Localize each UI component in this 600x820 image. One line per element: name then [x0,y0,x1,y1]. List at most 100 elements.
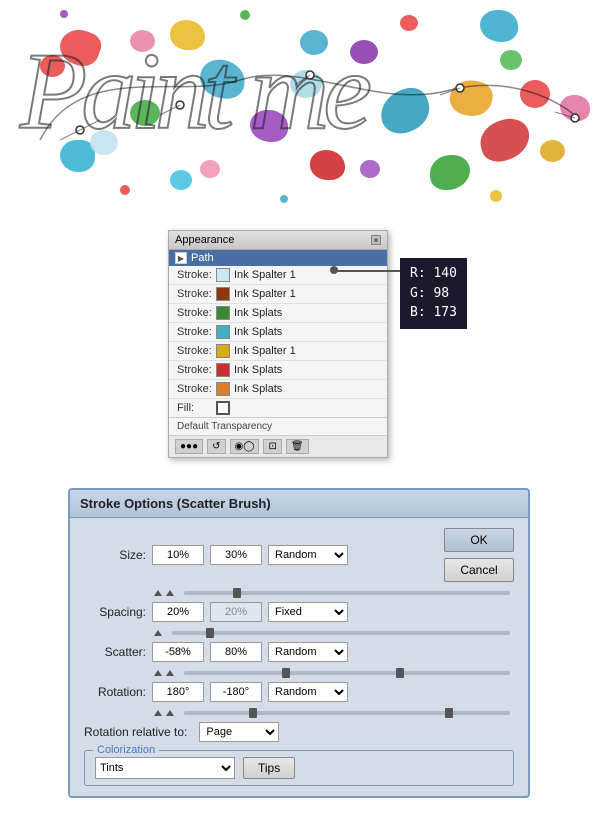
appearance-close-button[interactable]: × [371,235,381,245]
size-label: Size: [84,548,146,562]
stroke-text-1: Ink Spalter 1 [234,288,296,300]
toolbar-btn-0[interactable]: ●●● [175,439,203,454]
toolbar-btn-3[interactable]: ⊡ [263,439,281,454]
rotation-slider-thumb2[interactable] [445,708,453,718]
stroke-label-6: Stroke: [177,383,212,395]
rotation-row: Rotation: Random Fixed Pressure [84,682,514,702]
size-slider-up-arrow2 [166,590,174,596]
panel-titlebar: Appearance × [169,231,387,250]
size-input-1[interactable] [152,545,204,565]
rotation-input-2[interactable] [210,682,262,702]
scatter-row: Scatter: Random Fixed Pressure [84,642,514,662]
size-slider-track[interactable] [184,591,510,595]
stroke-row-3[interactable]: Stroke: Ink Splats [169,323,387,342]
spacing-slider-thumb[interactable] [206,628,214,638]
rgb-tooltip: R: 140 G: 98 B: 173 [400,258,467,329]
cancel-button[interactable]: Cancel [444,558,514,582]
stroke-row-1[interactable]: Stroke: Ink Spalter 1 [169,285,387,304]
rotation-relative-label: Rotation relative to: [84,725,187,739]
fill-label: Fill: [177,402,212,414]
rotation-slider-thumb[interactable] [249,708,257,718]
swatch-4 [216,344,230,358]
r-value: 140 [433,266,456,281]
rotation-label: Rotation: [84,685,146,699]
stroke-text-3: Ink Splats [234,326,282,338]
rotation-slider-up-arrow2 [166,710,174,716]
rotation-slider-row [84,710,514,716]
panel-path-row: ▶ Path [169,250,387,266]
stroke-label-5: Stroke: [177,364,212,376]
appearance-panel: Appearance × ▶ Path Stroke: Ink Spalter … [168,230,388,458]
default-transparency: Default Transparency [169,417,387,435]
colorization-group: Colorization Tints Tints and Shades Hue … [84,750,514,786]
spacing-slider-track[interactable] [172,631,510,635]
stroke-row-6[interactable]: Stroke: Ink Splats [169,380,387,399]
size-slider-up-arrow [154,590,162,596]
stroke-text-0: Ink Spalter 1 [234,269,296,281]
toolbar-btn-4[interactable]: 🗑 [286,439,309,454]
spacing-input-2[interactable] [210,602,262,622]
scatter-slider-track[interactable] [184,671,510,675]
scatter-slider-thumb2[interactable] [396,668,404,678]
scatter-input-2[interactable] [210,642,262,662]
g-value: 98 [433,286,449,301]
toolbar-btn-2[interactable]: ◉◯ [230,439,260,454]
swatch-3 [216,325,230,339]
colorization-row: Tints Tints and Shades Hue Shift None Ti… [95,757,503,779]
scatter-slider-up-arrow2 [166,670,174,676]
rotation-relative-row: Rotation relative to: Page Path [84,722,514,742]
path-label: Path [191,252,214,264]
rotation-slider-track[interactable] [184,711,510,715]
scatter-slider-row [84,670,514,676]
size-input-2[interactable] [210,545,262,565]
rgb-r-row: R: 140 [410,264,457,284]
scatter-slider-up-arrow [154,670,162,676]
b-label: B: [410,305,426,320]
stroke-text-6: Ink Splats [234,383,282,395]
stroke-row-5[interactable]: Stroke: Ink Splats [169,361,387,380]
scatter-dropdown[interactable]: Random Fixed Pressure [268,642,348,662]
so-body: Size: Random Fixed Pressure OK Cancel [70,518,528,796]
size-slider-thumb[interactable] [233,588,241,598]
stroke-label-4: Stroke: [177,345,212,357]
swatch-2 [216,306,230,320]
toolbar-btn-1[interactable]: ↺ [207,439,225,454]
tips-button[interactable]: Tips [243,757,295,779]
stroke-row-0[interactable]: Stroke: Ink Spalter 1 [169,266,387,285]
scatter-slider-thumb[interactable] [282,668,290,678]
connector-dot [330,266,338,274]
size-row: Size: Random Fixed Pressure OK Cancel [84,528,514,582]
rotation-dropdown[interactable]: Random Fixed Pressure [268,682,348,702]
rotation-relative-dropdown[interactable]: Page Path [199,722,279,742]
g-label: G: [410,286,426,301]
spacing-label: Spacing: [84,605,146,619]
spacing-row: Spacing: Fixed Random Pressure [84,602,514,622]
spacing-dropdown[interactable]: Fixed Random Pressure [268,602,348,622]
swatch-6 [216,382,230,396]
stroke-label-3: Stroke: [177,326,212,338]
paint-text: Paint me [20,28,366,155]
rotation-input-1[interactable] [152,682,204,702]
swatch-0 [216,268,230,282]
panel-toolbar-row: ●●● ↺ ◉◯ ⊡ 🗑 [169,435,387,457]
r-label: R: [410,266,426,281]
swatch-1 [216,287,230,301]
stroke-text-4: Ink Spalter 1 [234,345,296,357]
fill-icon [216,401,230,415]
fill-row[interactable]: Fill: [169,399,387,417]
ok-cancel-group: OK Cancel [444,528,514,582]
scatter-input-1[interactable] [152,642,204,662]
spacing-slider-up-arrow [154,630,162,636]
paint-header: Paint me [0,0,600,210]
stroke-row-2[interactable]: Stroke: Ink Splats [169,304,387,323]
stroke-label-2: Stroke: [177,307,212,319]
ok-button[interactable]: OK [444,528,514,552]
size-dropdown[interactable]: Random Fixed Pressure [268,545,348,565]
stroke-text-2: Ink Splats [234,307,282,319]
panel-title: Appearance [175,234,234,246]
swatch-5 [216,363,230,377]
rotation-slider-up-arrow [154,710,162,716]
colorization-dropdown[interactable]: Tints Tints and Shades Hue Shift None [95,757,235,779]
spacing-input-1[interactable] [152,602,204,622]
stroke-row-4[interactable]: Stroke: Ink Spalter 1 [169,342,387,361]
